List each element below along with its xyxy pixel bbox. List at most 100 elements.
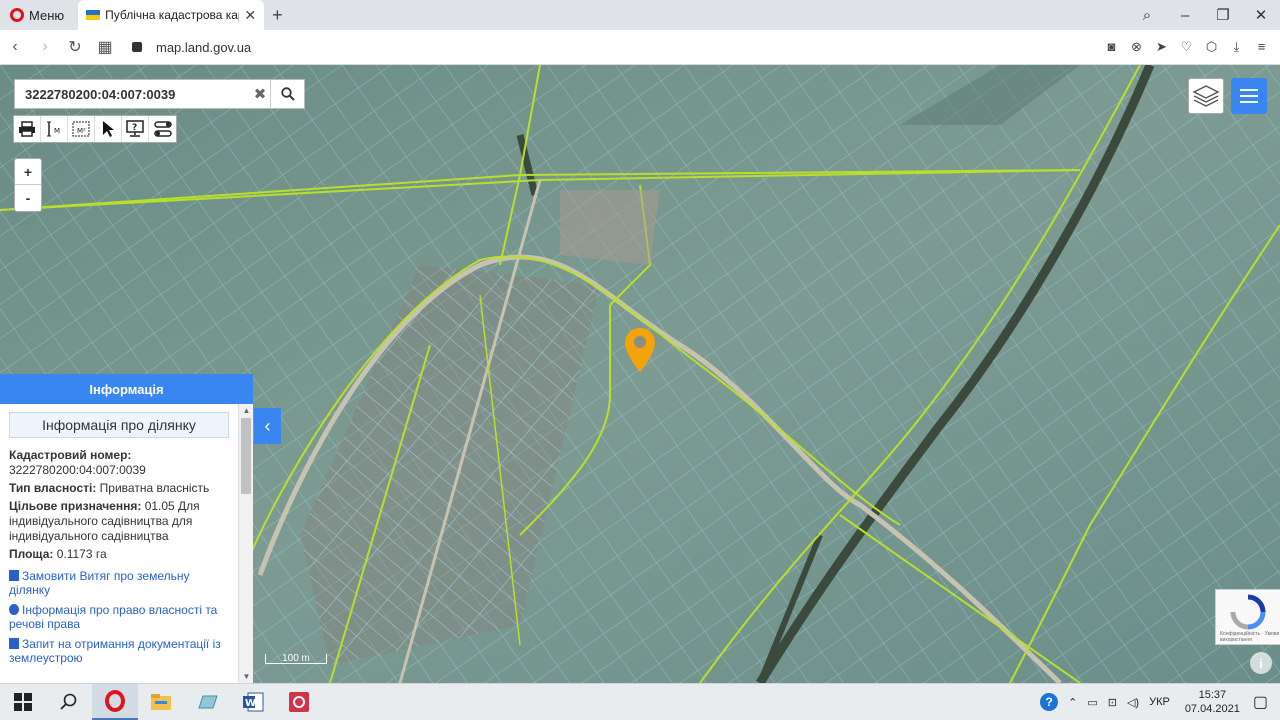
search-input[interactable]	[15, 80, 250, 108]
measure-distance-icon[interactable]: M	[41, 116, 68, 142]
windows-start-icon[interactable]	[0, 684, 46, 720]
new-tab-icon[interactable]: +	[272, 5, 283, 26]
layers-button[interactable]	[1188, 78, 1224, 114]
route-settings-icon[interactable]	[149, 116, 176, 142]
browser-tab-bar: Меню Публічна кадастрова карт ✕ + ⌕ – ❐ …	[0, 0, 1280, 30]
land-docs-request-link[interactable]: Запит на отримання документації із земле…	[9, 637, 229, 665]
layers-icon	[1192, 85, 1220, 107]
ownership-value: Приватна власність	[99, 481, 210, 495]
collapse-panel-button[interactable]: ‹	[254, 408, 281, 444]
clock-date: 07.04.2021	[1184, 703, 1240, 715]
opera-logo-icon	[105, 690, 125, 712]
opera-menu-button[interactable]: Меню	[0, 0, 74, 30]
map-info-icon[interactable]: i	[1250, 652, 1272, 674]
active-tab[interactable]: Публічна кадастрова карт ✕	[78, 0, 265, 30]
forward-icon[interactable]: ›	[30, 38, 60, 56]
scroll-down-icon[interactable]: ▼	[239, 672, 254, 681]
ownership-rights-label: Інформація про право власності та речові…	[9, 603, 218, 631]
adblock-icon[interactable]: ⊗	[1124, 39, 1149, 55]
opera-logo-icon	[10, 8, 24, 22]
area-value: 0.1173 га	[56, 547, 107, 561]
file-explorer-icon[interactable]	[138, 684, 184, 720]
scroll-up-icon[interactable]: ▲	[239, 406, 254, 415]
taskbar-search-icon[interactable]	[46, 684, 92, 720]
ukraine-flag-icon	[86, 10, 101, 20]
lock-icon	[132, 42, 142, 52]
battery-icon[interactable]: ▭	[1087, 696, 1097, 709]
recaptcha-text: Конфіденційність · Умови використання	[1220, 631, 1280, 643]
ownership-row: Тип власності: Приватна власність	[9, 481, 229, 496]
location-pin-icon[interactable]	[624, 327, 656, 376]
restore-icon[interactable]: ❐	[1204, 6, 1242, 24]
order-extract-link[interactable]: Замовити Витяг про земельну ділянку	[9, 569, 229, 597]
map-tools-toolbar: M M² ?	[13, 115, 177, 143]
address-bar-actions: ◙ ⊗ ➤ ♡ ⬡ ⤓ ≡	[1099, 39, 1274, 55]
ownership-rights-link[interactable]: Інформація про право власності та речові…	[9, 603, 229, 631]
menu-label: Меню	[29, 7, 65, 23]
land-docs-request-label: Запит на отримання документації із земле…	[9, 637, 221, 665]
network-icon[interactable]: ⊡	[1108, 696, 1117, 709]
document-icon	[9, 638, 19, 649]
language-indicator[interactable]: УКР	[1149, 696, 1170, 708]
reload-icon[interactable]: ↻	[60, 37, 90, 57]
svg-text:M²: M²	[77, 127, 86, 135]
purpose-row: Цільове призначення: 01.05 Для індивідуа…	[9, 499, 229, 544]
chevron-left-icon: ‹	[264, 415, 271, 436]
tab-close-icon[interactable]: ✕	[244, 7, 256, 24]
clock[interactable]: 15:37 07.04.2021	[1185, 688, 1240, 716]
svg-text:W: W	[245, 698, 256, 709]
windows-taskbar: W ? ⌃ ▭ ⊡ ◁) УКР 15:37 07.04.2021 ▢	[0, 683, 1280, 720]
clear-search-icon[interactable]: ✖	[250, 85, 270, 103]
system-tray: ? ⌃ ▭ ⊡ ◁) УКР 15:37 07.04.2021 ▢	[1035, 684, 1280, 720]
cadastral-number-value: 3222780200:04:007:0039	[9, 463, 146, 477]
select-cursor-icon[interactable]	[95, 116, 122, 142]
help-icon[interactable]: ?	[1040, 693, 1059, 711]
hamburger-icon	[1240, 89, 1258, 103]
parcel-info-title: Інформація про ділянку	[9, 412, 229, 438]
download-icon[interactable]: ⤓	[1224, 39, 1249, 55]
notifications-icon[interactable]: ▢	[1253, 692, 1268, 712]
app-taskbar-icon[interactable]	[184, 684, 230, 720]
document-icon	[9, 570, 19, 581]
recaptcha-icon	[1230, 594, 1266, 630]
cadastral-map[interactable]: ✖ M M² ? + - Інф	[0, 65, 1280, 683]
bookmark-heart-icon[interactable]: ♡	[1174, 39, 1199, 55]
window-controls: ⌕ – ❐ ✕	[1128, 0, 1280, 30]
cadastral-number-row: Кадастровий номер: 3222780200:04:007:003…	[9, 448, 229, 478]
extensions-cube-icon[interactable]: ⬡	[1199, 39, 1224, 55]
app-red-icon[interactable]	[276, 684, 322, 720]
identify-help-icon[interactable]: ?	[122, 116, 149, 142]
easy-setup-icon[interactable]: ≡	[1249, 39, 1274, 55]
zoom-out-button[interactable]: -	[15, 185, 41, 211]
opera-taskbar-icon[interactable]	[92, 684, 138, 720]
recaptcha-badge[interactable]: Конфіденційність · Умови використання	[1215, 589, 1280, 645]
area-label: Площа:	[9, 547, 54, 561]
volume-icon[interactable]: ◁)	[1127, 696, 1139, 709]
search-icon	[280, 87, 295, 101]
snapshot-icon[interactable]: ◙	[1099, 39, 1124, 55]
search-button[interactable]	[270, 80, 304, 108]
main-menu-button[interactable]	[1231, 78, 1267, 114]
close-window-icon[interactable]: ✕	[1242, 6, 1280, 24]
minimize-icon[interactable]: –	[1166, 7, 1204, 24]
measure-area-icon[interactable]: M²	[68, 116, 95, 142]
word-icon[interactable]: W	[230, 684, 276, 720]
speed-dial-icon[interactable]: ▦	[90, 37, 120, 57]
scroll-thumb[interactable]	[241, 418, 251, 494]
cadastral-search-box: ✖	[14, 79, 305, 109]
chevron-up-icon[interactable]: ⌃	[1068, 696, 1077, 709]
send-icon[interactable]: ➤	[1149, 39, 1174, 55]
svg-text:?: ?	[132, 123, 137, 133]
info-panel-scrollbar[interactable]: ▲ ▼	[238, 404, 253, 683]
info-panel-header: Інформація	[0, 374, 253, 404]
zoom-in-button[interactable]: +	[15, 159, 41, 185]
url-text[interactable]: map.land.gov.ua	[156, 40, 251, 55]
print-icon[interactable]	[14, 116, 41, 142]
tab-title: Публічна кадастрова карт	[105, 8, 240, 22]
info-panel: Інформація Інформація про ділянку Кадаст…	[0, 374, 253, 683]
order-extract-label: Замовити Витяг про земельну ділянку	[9, 569, 190, 597]
purpose-label: Цільове призначення:	[9, 499, 142, 513]
browser-search-icon[interactable]: ⌕	[1128, 7, 1166, 24]
address-bar: ‹ › ↻ ▦ map.land.gov.ua ◙ ⊗ ➤ ♡ ⬡ ⤓ ≡	[0, 30, 1280, 65]
back-icon[interactable]: ‹	[0, 38, 30, 56]
